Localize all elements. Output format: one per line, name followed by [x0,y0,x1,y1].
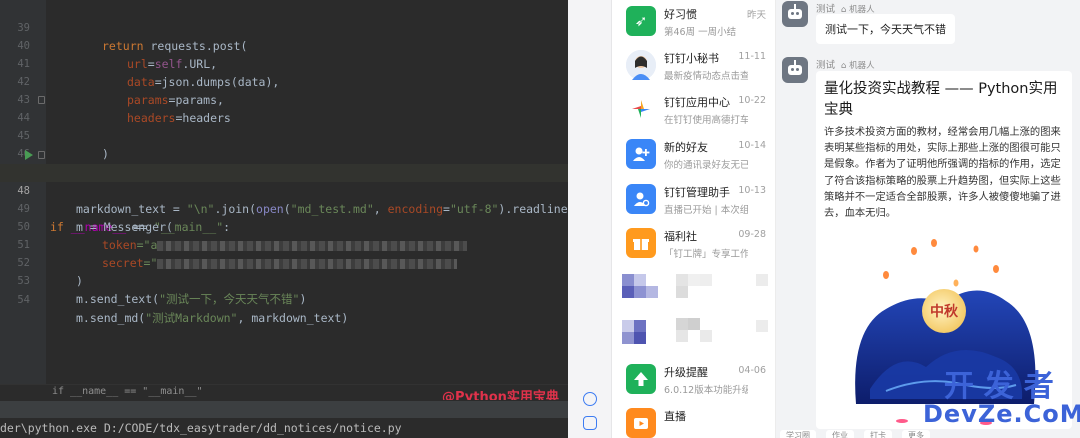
message-sender: 测试 ⌂ 机器人 [816,60,875,71]
code-line[interactable]: 52 ) [0,236,568,288]
code-line[interactable]: 44 ) [0,91,568,161]
conversation-preview: 在钉钉使用高德打车... [664,115,748,126]
conversation-item[interactable]: 新的好友 你的通讯录好友无已... 10-14 [612,133,775,177]
robot-tag: ⌂ 机器人 [841,61,875,71]
redacted-conversation[interactable] [622,268,772,306]
message-bubble[interactable]: 测试一下，今天天气不错 [816,14,955,44]
markdown-body: 许多技术投资方面的教材，经常会用几幅上涨的图来表明某些指标的用处，实际上那些上涨… [824,126,1061,220]
code-line[interactable]: 42 params=params, [0,55,568,107]
calendar-icon[interactable] [583,416,597,430]
robot-icon: ⌂ [841,61,847,71]
conversation-preview: 「钉工牌」专享工作... [664,249,748,260]
conversation-time: 04-06 [738,365,766,376]
conversation-title: 钉钉应用中心 [664,96,730,109]
code-line[interactable]: 50 token="a [0,200,568,252]
code-line[interactable]: 46 [0,127,568,160]
robot-avatar-icon[interactable] [782,57,808,83]
conversation-title: 直播 [664,410,686,423]
conversation-preview: 最新疫情动态点击查... [664,71,748,82]
conversation-time: 10-14 [738,140,766,151]
code-line[interactable]: 43 headers=headers [0,73,568,125]
code-line[interactable]: 49 m = Messenger( [0,182,568,234]
line-number: 54 [17,294,30,306]
markdown-title: 量化投资实战教程 —— Python实用宝典 [824,81,1058,118]
admin-icon [626,184,656,214]
conversation-preview: 你的通讯录好友无已... [664,160,748,171]
conversation-preview: 第46周 一周小结 [664,27,737,38]
conversation-title: 钉钉管理助手 [664,186,730,199]
conversation-title: 福利社 [664,230,697,243]
code-line[interactable]: 54 m.send_md("测试Markdown", markdown_text… [0,273,568,325]
code-line[interactable]: 45 [0,109,568,142]
robot-avatar-icon[interactable] [782,1,808,27]
code-line[interactable]: 41 data=json.dumps(data), [0,37,568,89]
code-line[interactable]: 47 if __name__ == "__main__": [0,146,568,234]
conversation-time: 10-13 [738,185,766,196]
site-watermark: 开发者 DevZe.CoM [923,369,1080,428]
code-line[interactable]: 39 return requests.post( [0,1,568,53]
tool-panel-bar [0,400,568,418]
conversation-title: 好习惯 [664,8,697,21]
conversation-title: 新的好友 [664,141,708,154]
conversation-title: 升级提醒 [664,366,708,379]
upgrade-icon [626,364,656,394]
code-line[interactable]: 51 secret=" [0,218,568,270]
avatar [626,50,656,80]
conversation-list: ➶ 好习惯 第46周 一周小结 昨天 钉钉小秘书 最新疫情动态点击查... 11… [612,0,776,438]
code-line-current[interactable]: 48 markdown_text = "\n".join(open("md_te… [0,164,568,216]
conversation-time: 09-28 [738,229,766,240]
conversation-item[interactable]: 钉钉管理助手 直播已开始 | 本次组... 10-13 [612,178,775,222]
conversation-preview: 直播已开始 | 本次组... [664,205,748,216]
rocket-icon: ➶ [626,6,656,36]
gift-icon [626,228,656,258]
run-console-line: der\python.exe D:/CODE/tdx_easytrader/dd… [0,418,568,438]
conversation-item[interactable]: 福利社 「钉工牌」专享工作... 09-28 [612,222,775,266]
conversation-time: 昨天 [746,10,766,21]
pinwheel-icon [626,94,656,124]
conversation-time: 11-11 [738,51,766,62]
code-area[interactable]: 39 return requests.post( 40 url=self.URL… [0,0,568,400]
live-icon [626,408,656,438]
cloud-icon[interactable] [583,392,597,406]
tab-homework[interactable]: 作业 [826,430,854,438]
bottom-tab-bar: 学习圈 作业 打卡 更多 [776,428,1080,438]
fold-icon[interactable] [38,151,45,159]
conversation-preview: 6.0.12版本功能升级... [664,385,748,396]
conversation-time: 10-22 [738,95,766,106]
fold-icon[interactable] [38,96,45,104]
run-icon[interactable] [25,150,33,160]
tab-learning-circle[interactable]: 学习圈 [780,430,816,438]
person-photo-icon [626,50,656,80]
app-sidebar [568,0,612,438]
tab-checkin[interactable]: 打卡 [864,430,892,438]
message-sender: 测试 ⌂ 机器人 [816,4,875,15]
code-line[interactable]: 40 url=self.URL, [0,19,568,71]
code-editor-pane: 39 return requests.post( 40 url=self.URL… [0,0,568,438]
conversation-title: 钉钉小秘书 [664,52,719,65]
breadcrumb-item[interactable]: if __name__ == "__main__" [52,386,203,397]
conversation-item[interactable]: 升级提醒 6.0.12版本功能升级... 04-06 [612,358,775,402]
conversation-item[interactable]: ➶ 好习惯 第46周 一周小结 昨天 [612,0,775,44]
conversation-item[interactable]: 钉钉小秘书 最新疫情动态点击查... 11-11 [612,44,775,88]
tab-more[interactable]: 更多 [902,430,930,438]
conversation-item[interactable]: 直播 [612,402,775,438]
conversation-item[interactable]: 钉钉应用中心 在钉钉使用高德打车... 10-22 [612,88,775,132]
code-line[interactable]: 53 m.send_text("测试一下，今天天气不错") [0,254,568,306]
add-friend-icon [626,139,656,169]
moon-text: 中秋 [930,303,959,320]
redacted-conversation[interactable] [622,314,772,352]
